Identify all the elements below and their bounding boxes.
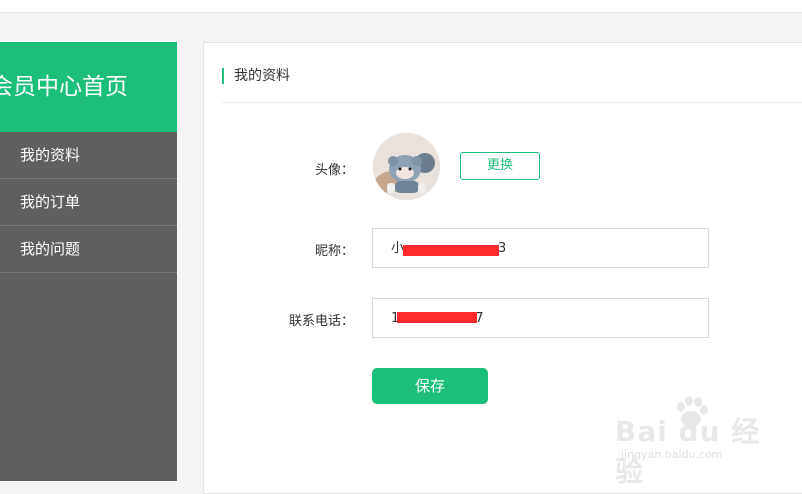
panel-title: 我的资料 xyxy=(234,68,290,84)
baidu-watermark: Bai du 经验 jingyan.baidu.com xyxy=(613,393,763,488)
redaction-bar xyxy=(397,312,477,323)
sidebar-item-questions[interactable]: 我的问题 xyxy=(0,226,177,273)
avatar-image xyxy=(373,133,440,200)
redaction-bar xyxy=(403,245,499,256)
sidebar-title[interactable]: 会员中心首页 xyxy=(0,42,177,132)
avatar[interactable] xyxy=(373,133,440,200)
change-avatar-button[interactable]: 更换 xyxy=(460,152,540,180)
sidebar: 会员中心首页 我的资料 我的订单 我的问题 xyxy=(0,42,177,481)
panel-header: 我的资料 xyxy=(222,67,802,103)
nickname-suffix: 3 xyxy=(498,241,507,256)
watermark-url: jingyan.baidu.com xyxy=(621,448,723,461)
top-bar xyxy=(0,0,802,13)
phone-input[interactable]: 17 xyxy=(372,298,709,338)
save-button[interactable]: 保存 xyxy=(372,368,488,404)
title-accent-bar xyxy=(222,68,224,84)
nickname-input[interactable]: 小3 xyxy=(372,228,709,268)
sidebar-item-orders[interactable]: 我的订单 xyxy=(0,179,177,226)
nickname-label: 昵称： xyxy=(314,244,354,259)
sidebar-item-profile[interactable]: 我的资料 xyxy=(0,132,177,179)
avatar-label: 头像： xyxy=(314,163,354,178)
phone-label: 联系电话： xyxy=(288,314,354,329)
